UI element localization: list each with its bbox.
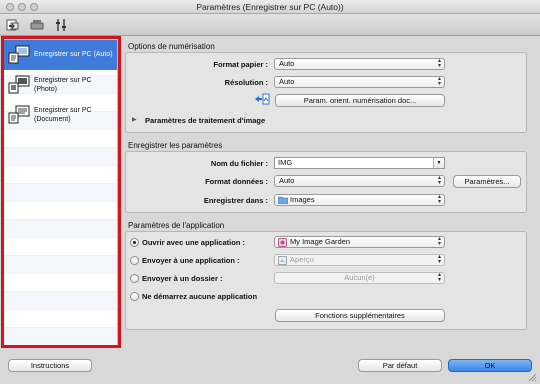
no-app-radio[interactable] xyxy=(130,292,139,301)
save-in-label: Enregistrer dans : xyxy=(203,196,268,205)
highlight-frame xyxy=(1,36,121,348)
open-with-app-label: Ouvrir avec une application : xyxy=(142,238,245,247)
more-functions-button[interactable]: Fonctions supplémentaires xyxy=(275,309,445,322)
paper-size-select[interactable]: Auto ▴ ▾ xyxy=(274,58,445,70)
no-app-label: Ne démarrez aucune application xyxy=(142,292,258,301)
close-window-button[interactable] xyxy=(6,3,14,11)
open-with-app-radio[interactable] xyxy=(130,238,139,247)
ok-button[interactable]: OK xyxy=(448,359,532,372)
instructions-button[interactable]: Instructions xyxy=(8,359,92,372)
paper-size-label: Format papier : xyxy=(213,60,268,69)
scan-options-title: Options de numérisation xyxy=(128,42,215,51)
open-with-app-select[interactable]: My Image Garden ▴ ▾ xyxy=(274,236,445,248)
format-settings-button[interactable]: Paramètres... xyxy=(453,175,521,188)
send-to-app-label: Envoyer à une application : xyxy=(142,256,240,265)
window-title: Paramètres (Enregistrer sur PC (Auto)) xyxy=(196,2,344,12)
send-to-folder-radio[interactable] xyxy=(130,274,139,283)
zoom-window-button[interactable] xyxy=(30,3,38,11)
filename-label: Nom du fichier : xyxy=(210,159,268,168)
send-to-app-radio[interactable] xyxy=(130,256,139,265)
app-icon xyxy=(278,238,287,250)
general-settings-icon[interactable] xyxy=(54,18,68,32)
disclosure-triangle-icon[interactable]: ▶ xyxy=(132,116,137,123)
scan-from-panel-icon[interactable] xyxy=(30,18,44,32)
resolution-select[interactable]: Auto ▴ ▾ xyxy=(274,76,445,88)
orientation-icon xyxy=(254,93,270,105)
resize-grip-icon[interactable] xyxy=(527,372,537,382)
title-bar: Paramètres (Enregistrer sur PC (Auto)) xyxy=(0,0,540,14)
image-processing-disclosure[interactable]: Paramètres de traitement d'image xyxy=(145,116,345,125)
send-to-app-select[interactable]: Aperçu ▴ ▾ xyxy=(274,254,445,266)
data-format-label: Format données : xyxy=(205,177,268,186)
filename-combo[interactable]: IMG ▼ xyxy=(274,157,445,169)
save-settings-title: Enregistrer les paramètres xyxy=(128,141,223,150)
data-format-select[interactable]: Auto ▴ ▾ xyxy=(274,175,445,187)
send-to-folder-select[interactable]: Aucun(e) ▴ ▾ xyxy=(274,272,445,284)
preview-app-icon xyxy=(278,256,287,268)
app-settings-title: Paramètres de l'application xyxy=(128,221,225,230)
scan-from-computer-icon[interactable] xyxy=(6,18,20,32)
defaults-button[interactable]: Par défaut xyxy=(358,359,442,372)
minimize-window-button[interactable] xyxy=(18,3,26,11)
toolbar xyxy=(0,14,540,36)
resolution-label: Résolution : xyxy=(224,78,268,87)
folder-icon xyxy=(277,196,289,207)
chevron-down-icon[interactable]: ▼ xyxy=(433,158,444,168)
save-in-select[interactable]: Images ▴ ▾ xyxy=(274,194,445,206)
orientation-settings-button[interactable]: Param. orient. numérisation doc... xyxy=(275,94,445,107)
send-to-folder-label: Envoyer à un dossier : xyxy=(142,274,223,283)
